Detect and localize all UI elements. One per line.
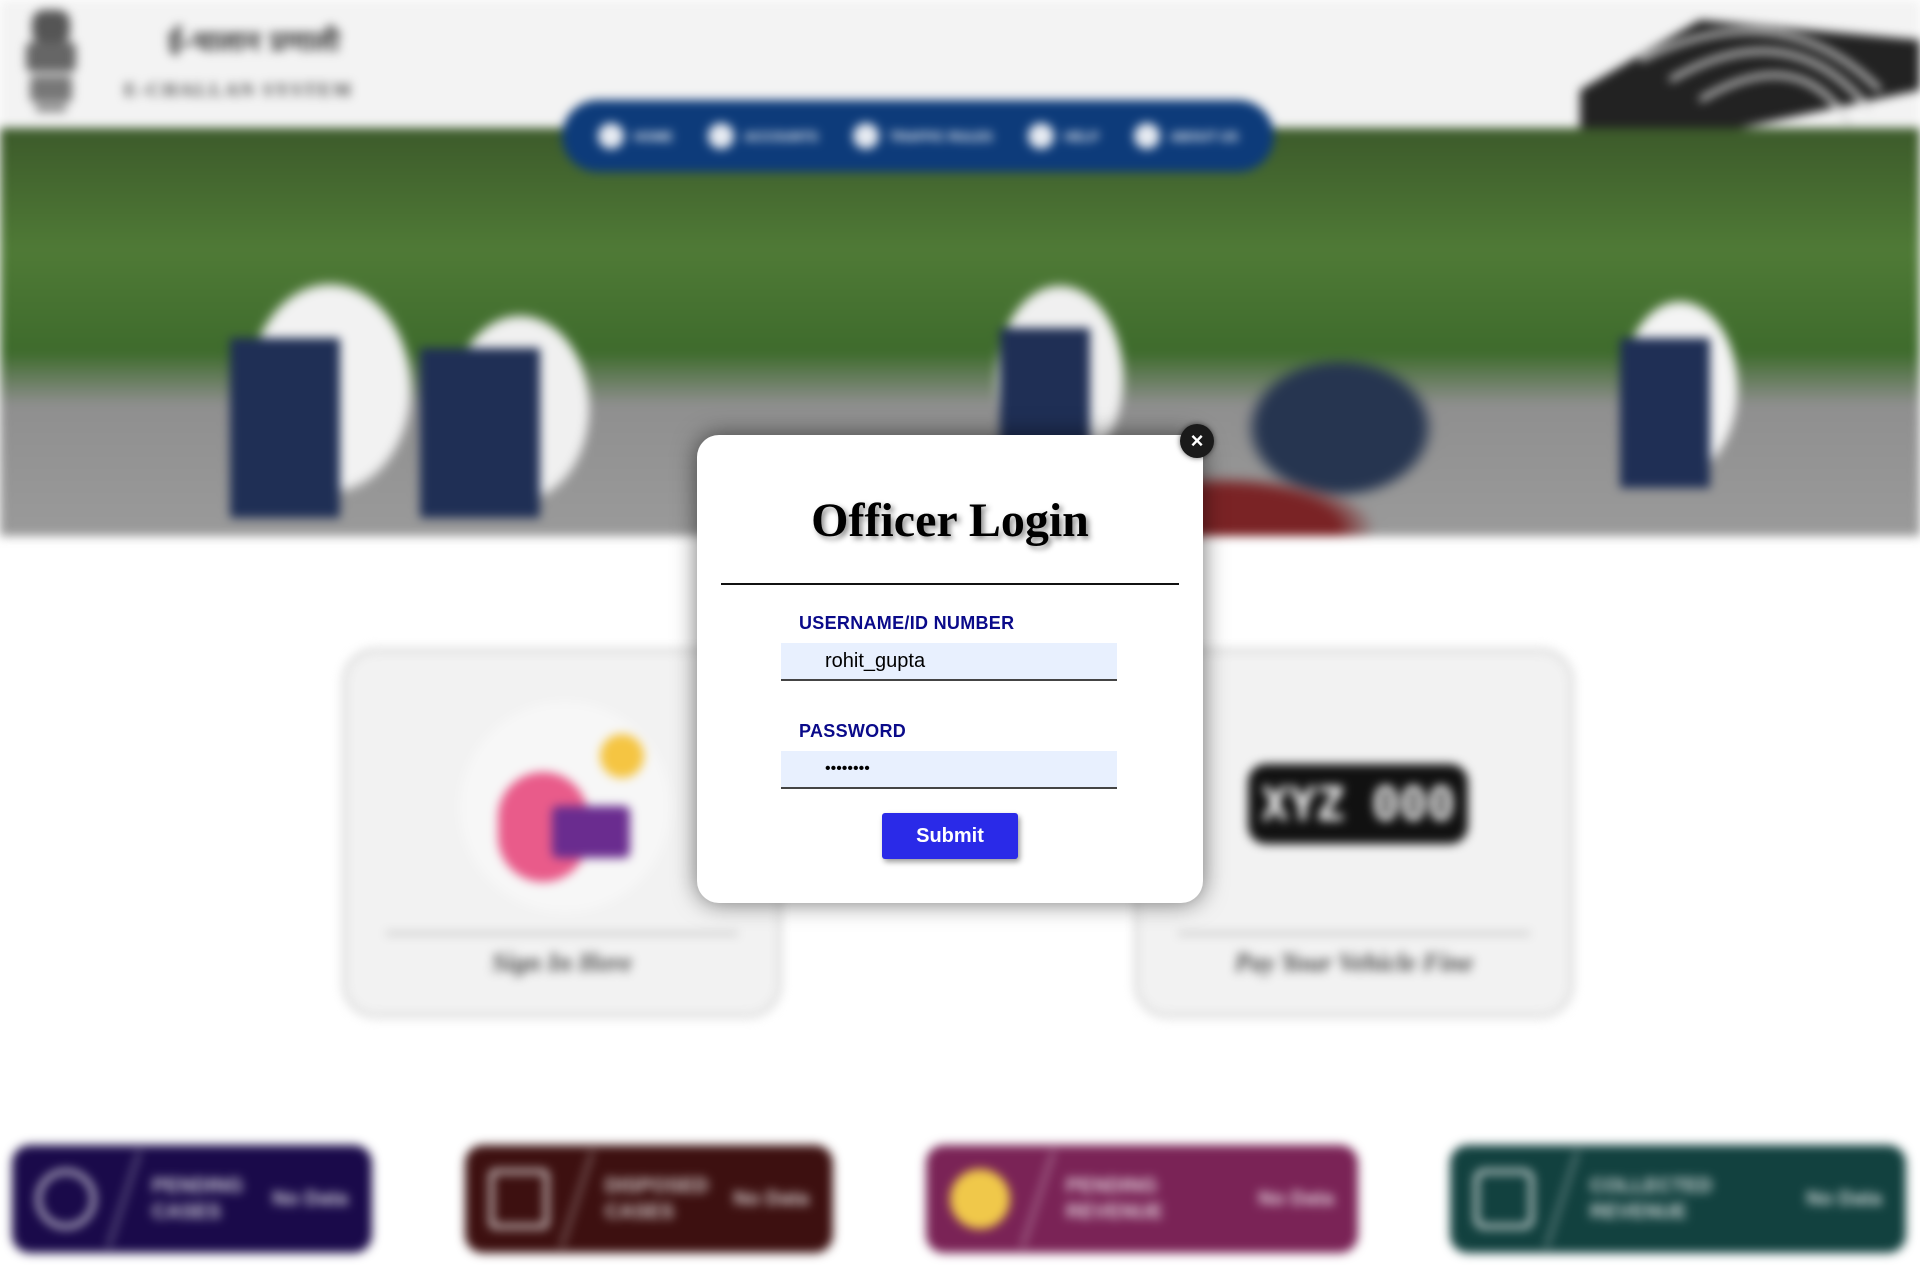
document-icon <box>853 123 880 149</box>
user-icon <box>708 123 735 149</box>
national-emblem-icon <box>26 10 76 112</box>
brand-title-hindi: ई-चालान प्रणाली <box>168 25 340 58</box>
password-input[interactable] <box>781 751 1117 789</box>
help-icon <box>1028 123 1055 149</box>
home-icon <box>597 123 624 149</box>
nav-home[interactable]: HOME <box>597 123 673 149</box>
stat-disposed-cases: DISPOSED CASES No Data <box>465 1145 833 1253</box>
close-icon[interactable]: × <box>1180 424 1214 458</box>
pay-fine-caption: Pay Your Vehicle Fine <box>1234 948 1474 977</box>
title-divider <box>721 583 1179 585</box>
alert-icon <box>36 1169 96 1229</box>
file-icon <box>489 1169 549 1229</box>
nav-accounts[interactable]: ACCOUNTS <box>708 123 818 149</box>
signin-caption: Sign In Here <box>491 948 633 977</box>
money-icon <box>1474 1169 1534 1229</box>
stat-pending-revenue: PENDING REVENUE No Data <box>926 1145 1358 1253</box>
username-input[interactable] <box>781 643 1117 681</box>
info-icon <box>1134 123 1161 149</box>
nav-traffic-rules[interactable]: TRAFFIC RULES <box>853 123 993 149</box>
password-label: PASSWORD <box>799 721 907 741</box>
officer-illustration <box>460 702 670 912</box>
main-navbar: HOME ACCOUNTS TRAFFIC RULES HELP ABOUT U… <box>562 100 1274 172</box>
modal-title: Officer Login <box>811 494 1089 547</box>
username-label: USERNAME/ID NUMBER <box>799 613 1015 633</box>
coin-icon <box>950 1169 1010 1229</box>
nav-help[interactable]: HELP <box>1028 123 1099 149</box>
officer-login-modal: Officer Login USERNAME/ID NUMBER PASSWOR… <box>697 435 1203 903</box>
highway-logo-icon <box>1580 20 1920 130</box>
submit-button[interactable]: Submit <box>882 813 1018 859</box>
number-plate-image: XYZ 000 <box>1248 764 1468 844</box>
nav-about-us[interactable]: ABOUT US <box>1134 123 1238 149</box>
stat-pending-cases: PENDING CASES No Data <box>12 1145 372 1253</box>
stat-collected-revenue: COLLECTED REVENUE No Data <box>1450 1145 1906 1253</box>
brand-title: E-CHALLAN SYSTEM <box>124 80 353 101</box>
